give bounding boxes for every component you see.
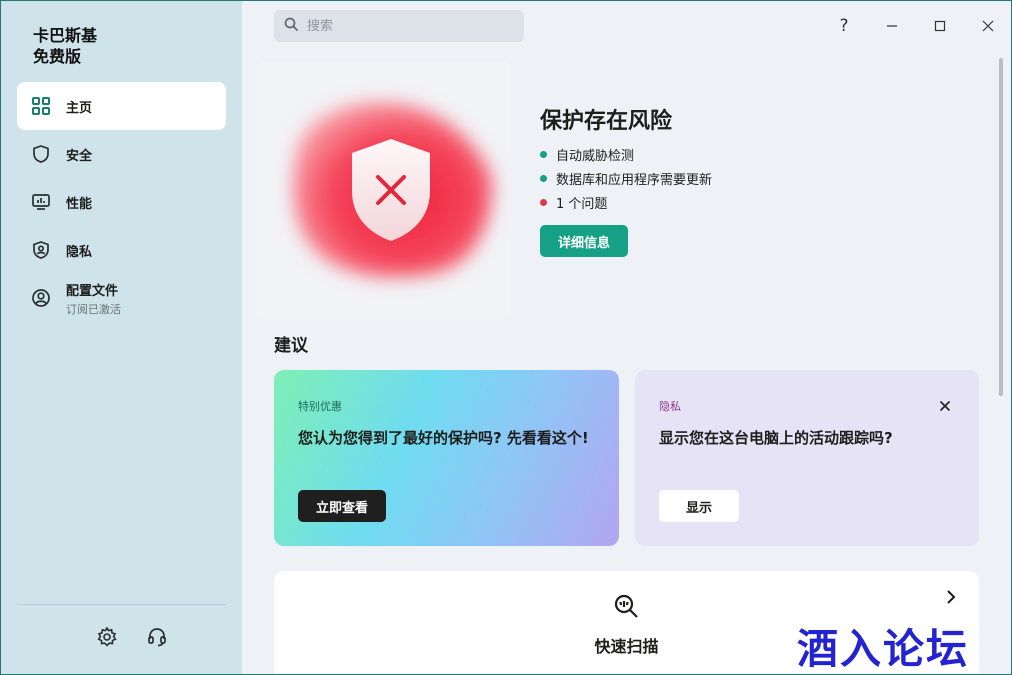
sidebar-item-privacy[interactable]: 隐私 — [17, 226, 226, 274]
view-now-button[interactable]: 立即查看 — [298, 490, 386, 522]
protection-status-illustration — [256, 61, 511, 319]
app-title: 卡巴斯基 免费版 — [33, 26, 98, 66]
subscription-status: 订阅已激活 — [66, 302, 121, 316]
search-icon — [284, 17, 299, 36]
show-button[interactable]: 显示 — [659, 490, 739, 522]
sidebar-item-label: 性能 — [66, 196, 93, 212]
sidebar-item-label: 配置文件 — [66, 283, 119, 299]
sidebar-item-home[interactable]: 主页 — [17, 82, 226, 130]
settings-button[interactable] — [95, 626, 119, 652]
status-item: 1 个问题 — [540, 190, 712, 214]
monitor-icon — [31, 192, 51, 212]
watermark-text: 酒入论坛 — [797, 625, 969, 673]
scan-magnifier-icon — [612, 592, 640, 620]
sidebar-item-profile[interactable]: 配置文件 订阅已激活 — [17, 274, 226, 322]
status-list: 自动威胁检测 数据库和应用程序需要更新 1 个问题 — [540, 142, 712, 214]
search-input[interactable] — [307, 18, 507, 34]
close-icon — [939, 397, 951, 416]
minimize-icon — [886, 17, 898, 36]
sidebar-item-label: 主页 — [66, 100, 93, 116]
dashboard-icon — [31, 96, 51, 116]
dismiss-card-button[interactable] — [937, 398, 953, 414]
promo-text: 您认为您得到了最好的保护吗? 先看看这个! — [298, 429, 589, 447]
status-item: 数据库和应用程序需要更新 — [540, 166, 712, 190]
status-dot-ok — [540, 150, 547, 158]
promo-card: 特别优惠 您认为您得到了最好的保护吗? 先看看这个! 立即查看 — [274, 370, 619, 546]
search-bar[interactable] — [274, 10, 524, 42]
sidebar: 卡巴斯基 免费版 主页 安全 性能 隐私 配置文件 订阅已激活 — [1, 1, 242, 674]
scrollbar[interactable] — [999, 58, 1003, 396]
help-icon: ? — [839, 16, 849, 36]
headset-icon — [146, 626, 168, 652]
status-item: 自动威胁检测 — [540, 142, 712, 166]
chevron-right-icon[interactable] — [943, 589, 959, 605]
recommendations-title: 建议 — [274, 336, 308, 356]
maximize-icon — [934, 17, 946, 36]
minimize-button[interactable] — [877, 11, 907, 41]
maximize-button[interactable] — [925, 11, 955, 41]
sidebar-item-performance[interactable]: 性能 — [17, 178, 226, 226]
privacy-text: 显示您在这台电脑上的活动跟踪吗? — [659, 429, 893, 447]
shield-icon — [31, 144, 51, 164]
promo-tag: 特别优惠 — [298, 400, 342, 413]
sidebar-item-label: 安全 — [66, 148, 93, 164]
gear-icon — [96, 626, 118, 652]
privacy-card: 隐私 显示您在这台电脑上的活动跟踪吗? 显示 — [635, 370, 979, 546]
privacy-tag: 隐私 — [659, 400, 681, 413]
sidebar-item-label: 隐私 — [66, 244, 93, 260]
details-button[interactable]: 详细信息 — [540, 225, 628, 257]
close-icon — [982, 17, 994, 36]
protection-status-title: 保护存在风险 — [540, 109, 673, 134]
status-dot-ok — [540, 174, 547, 182]
help-button[interactable]: ? — [829, 11, 859, 41]
sidebar-divider — [17, 604, 226, 605]
app-window: 卡巴斯基 免费版 主页 安全 性能 隐私 配置文件 订阅已激活 搜索 ? 保护存… — [0, 0, 1012, 675]
privacy-shield-icon — [31, 240, 51, 260]
status-dot-warning — [540, 198, 547, 206]
user-icon — [31, 288, 51, 308]
support-button[interactable] — [145, 627, 169, 651]
close-button[interactable] — [973, 11, 1003, 41]
sidebar-item-security[interactable]: 安全 — [17, 130, 226, 178]
